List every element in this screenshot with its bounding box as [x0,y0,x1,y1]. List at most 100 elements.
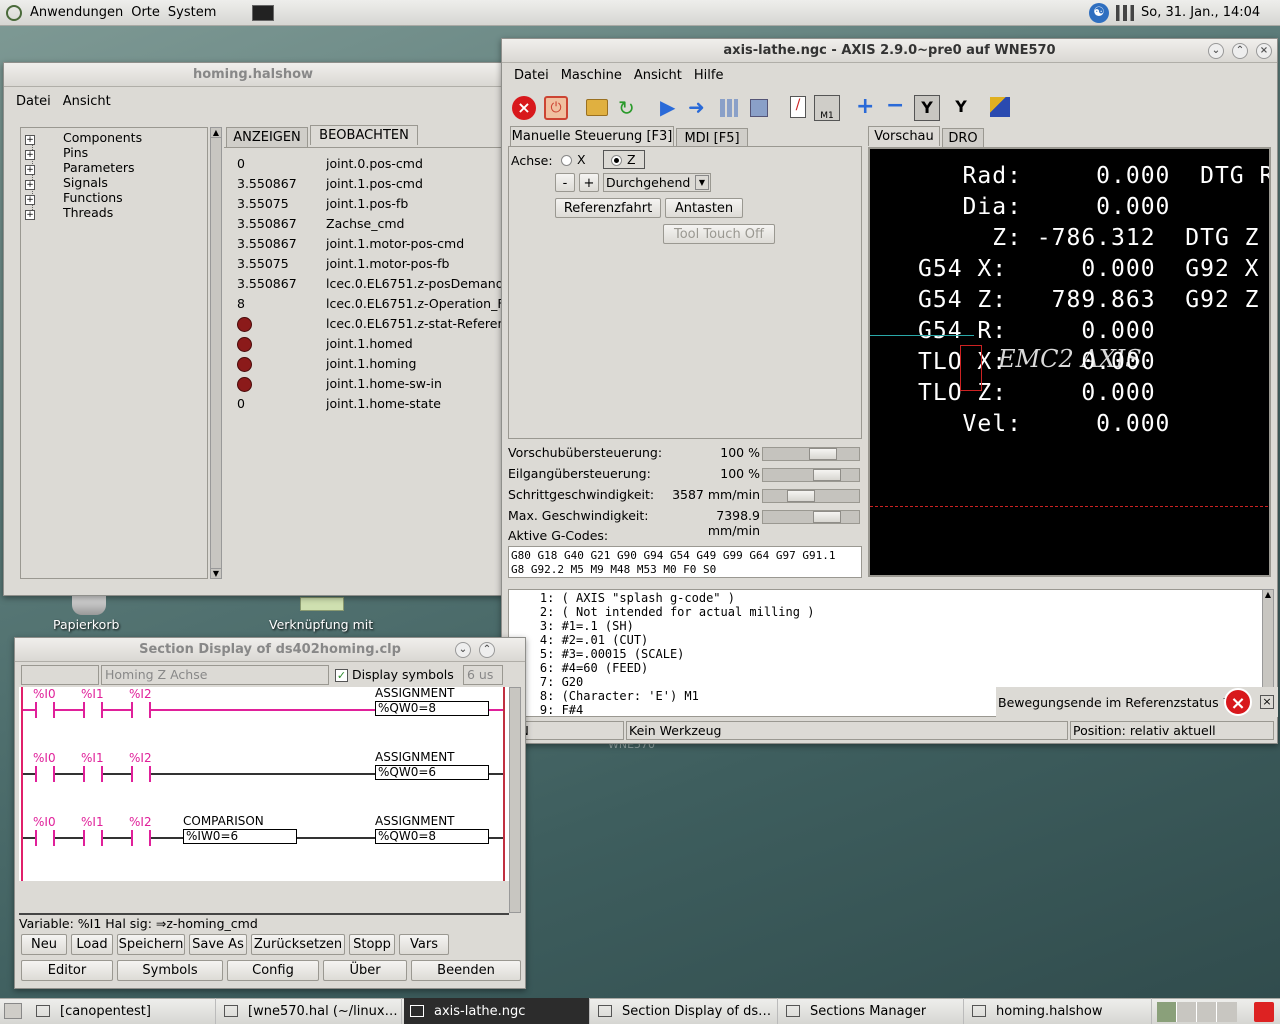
terminal-launcher-icon[interactable] [252,4,275,21]
taskbar-item[interactable]: [canopentest] [30,998,216,1024]
radio-z[interactable] [611,155,622,166]
chevron-down-icon[interactable]: ▼ [695,175,709,190]
trash-icon[interactable] [72,593,106,615]
section-button[interactable]: Zurücksetzen [251,934,345,955]
notification-close-icon[interactable]: × [1260,695,1274,709]
tree-item[interactable]: + Functions [25,190,205,205]
run-icon[interactable]: ▶ [660,95,675,119]
zoom-in-icon[interactable]: + [856,94,874,119]
menu-system[interactable]: System [168,5,216,20]
section-button[interactable]: Load [71,934,113,955]
shortcut-icon[interactable] [300,597,344,611]
menu-places[interactable]: Orte [131,5,160,20]
ladder-hscroll[interactable] [19,913,509,915]
ladder-scrollbar[interactable] [509,687,521,913]
slider-handle[interactable] [787,490,815,502]
halshow-menu-datei[interactable]: Datei [10,94,57,109]
tab-manual[interactable]: Manuelle Steuerung [F3] [510,126,674,146]
reload-icon[interactable]: ↻ [618,96,635,120]
assignment-box[interactable]: %QW0=8 [375,701,489,716]
minimize-button[interactable]: ⌄ [1208,43,1224,59]
axis-menu-maschine[interactable]: Maschine [555,68,628,83]
taskbar-item[interactable]: Section Display of ds… [592,998,778,1024]
stop-icon[interactable] [750,99,768,117]
expand-icon[interactable]: + [25,135,35,145]
tree-scrollbar[interactable]: ▲ ▼ [210,127,222,579]
show-desktop-icon[interactable] [4,1003,22,1019]
maximize-button[interactable]: ⌃ [1232,43,1248,59]
tab-vorschau[interactable]: Vorschau [868,126,940,146]
expand-icon[interactable]: + [25,165,35,175]
section-button[interactable]: Speichern [117,934,185,955]
network-signal-icon[interactable] [1116,5,1134,21]
axis-menu-ansicht[interactable]: Ansicht [628,68,688,83]
tab-dro[interactable]: DRO [942,128,984,148]
override-slider[interactable] [762,447,860,461]
section-button[interactable]: Editor [21,960,113,981]
antasten-button[interactable]: Antasten [665,198,743,218]
accessibility-icon[interactable]: ☯ [1089,3,1109,23]
code-scroll-up[interactable]: ▲ [1263,590,1273,600]
tree-item[interactable]: + Pins [25,145,205,160]
gnome-foot-icon[interactable] [6,4,22,21]
expand-icon[interactable]: + [25,180,35,190]
tree-scroll-up[interactable]: ▲ [211,128,221,138]
halshow-titlebar[interactable]: homing.halshow [4,63,502,87]
expand-icon[interactable]: + [25,195,35,205]
section-button[interactable]: Vars [399,934,449,955]
section-button[interactable]: Config [227,960,319,981]
optional-stop-icon[interactable]: M1 [814,95,840,121]
override-slider[interactable] [762,489,860,503]
estop-icon[interactable]: × [512,96,536,120]
power-icon[interactable]: ⏻ [544,96,568,120]
tree-item[interactable]: + Components [25,130,205,145]
taskbar-item[interactable]: Sections Manager [780,998,964,1024]
section-button[interactable]: Über [323,960,407,981]
block-delete-icon[interactable]: / [790,96,806,118]
close-button[interactable]: × [1256,43,1272,59]
pause-icon[interactable] [720,99,738,117]
section-field1[interactable] [21,665,99,685]
tab-anzeigen[interactable]: ANZEIGEN [226,127,308,147]
halshow-menu-ansicht[interactable]: Ansicht [57,94,117,109]
override-slider[interactable] [762,468,860,482]
tree-item[interactable]: + Threads [25,205,205,220]
preview-canvas[interactable]: Rad: 0.000 DTG R Dia: 0.000 Z: -786.312 … [868,147,1271,577]
workspace-switcher[interactable] [1157,1002,1237,1022]
radio-z-frame[interactable]: Z [603,150,645,169]
section-button[interactable]: Stopp [349,934,395,955]
radio-x[interactable] [561,155,572,166]
open-file-icon[interactable] [586,99,608,116]
tree-scroll-down[interactable]: ▼ [211,568,221,578]
override-slider[interactable] [762,510,860,524]
slider-handle[interactable] [809,448,837,460]
comparison-box[interactable]: %IW0=6 [183,829,297,844]
taskbar-item[interactable]: axis-lathe.ngc [404,998,590,1024]
clear-plot-icon[interactable] [990,97,1010,117]
tree-item[interactable]: + Parameters [25,160,205,175]
jog-mode-select[interactable]: Durchgehend ▼ [603,173,711,192]
zoom-out-icon[interactable]: − [886,93,904,118]
tab-mdi[interactable]: MDI [F5] [676,128,748,148]
slider-handle[interactable] [813,511,841,523]
menu-applications[interactable]: Anwendungen [30,5,123,20]
expand-icon[interactable]: + [25,210,35,220]
step-icon[interactable]: ➜ [688,95,705,119]
clock[interactable]: So, 31. Jan., 14:04 [1141,5,1260,20]
axis-menu-hilfe[interactable]: Hilfe [688,68,730,83]
referenzfahrt-button[interactable]: Referenzfahrt [555,198,661,218]
slider-handle[interactable] [813,469,841,481]
ladder-area[interactable]: %I0 %I1 %I2 ASSIGNMENT %QW0=8 %I0 %I1 %I2 ASSIGN… [19,687,509,881]
assignment-box[interactable]: %QW0=8 [375,829,489,844]
tab-beobachten[interactable]: BEOBACHTEN [310,125,418,145]
section-button[interactable]: Save As [189,934,247,955]
taskbar-item[interactable]: [wne570.hal (~/linux… [218,998,402,1024]
jog-plus-button[interactable]: + [579,173,599,192]
section-button[interactable]: Symbols [117,960,223,981]
view-y2-icon[interactable]: Y [948,95,974,121]
axis-titlebar[interactable]: axis-lathe.ngc - AXIS 2.9.0~pre0 auf WNE… [502,39,1277,63]
section-minimize-button[interactable]: ⌄ [455,642,471,658]
section-maximize-button[interactable]: ⌃ [479,642,495,658]
jog-minus-button[interactable]: - [555,173,575,192]
notification-area-icon[interactable] [1254,1002,1274,1022]
